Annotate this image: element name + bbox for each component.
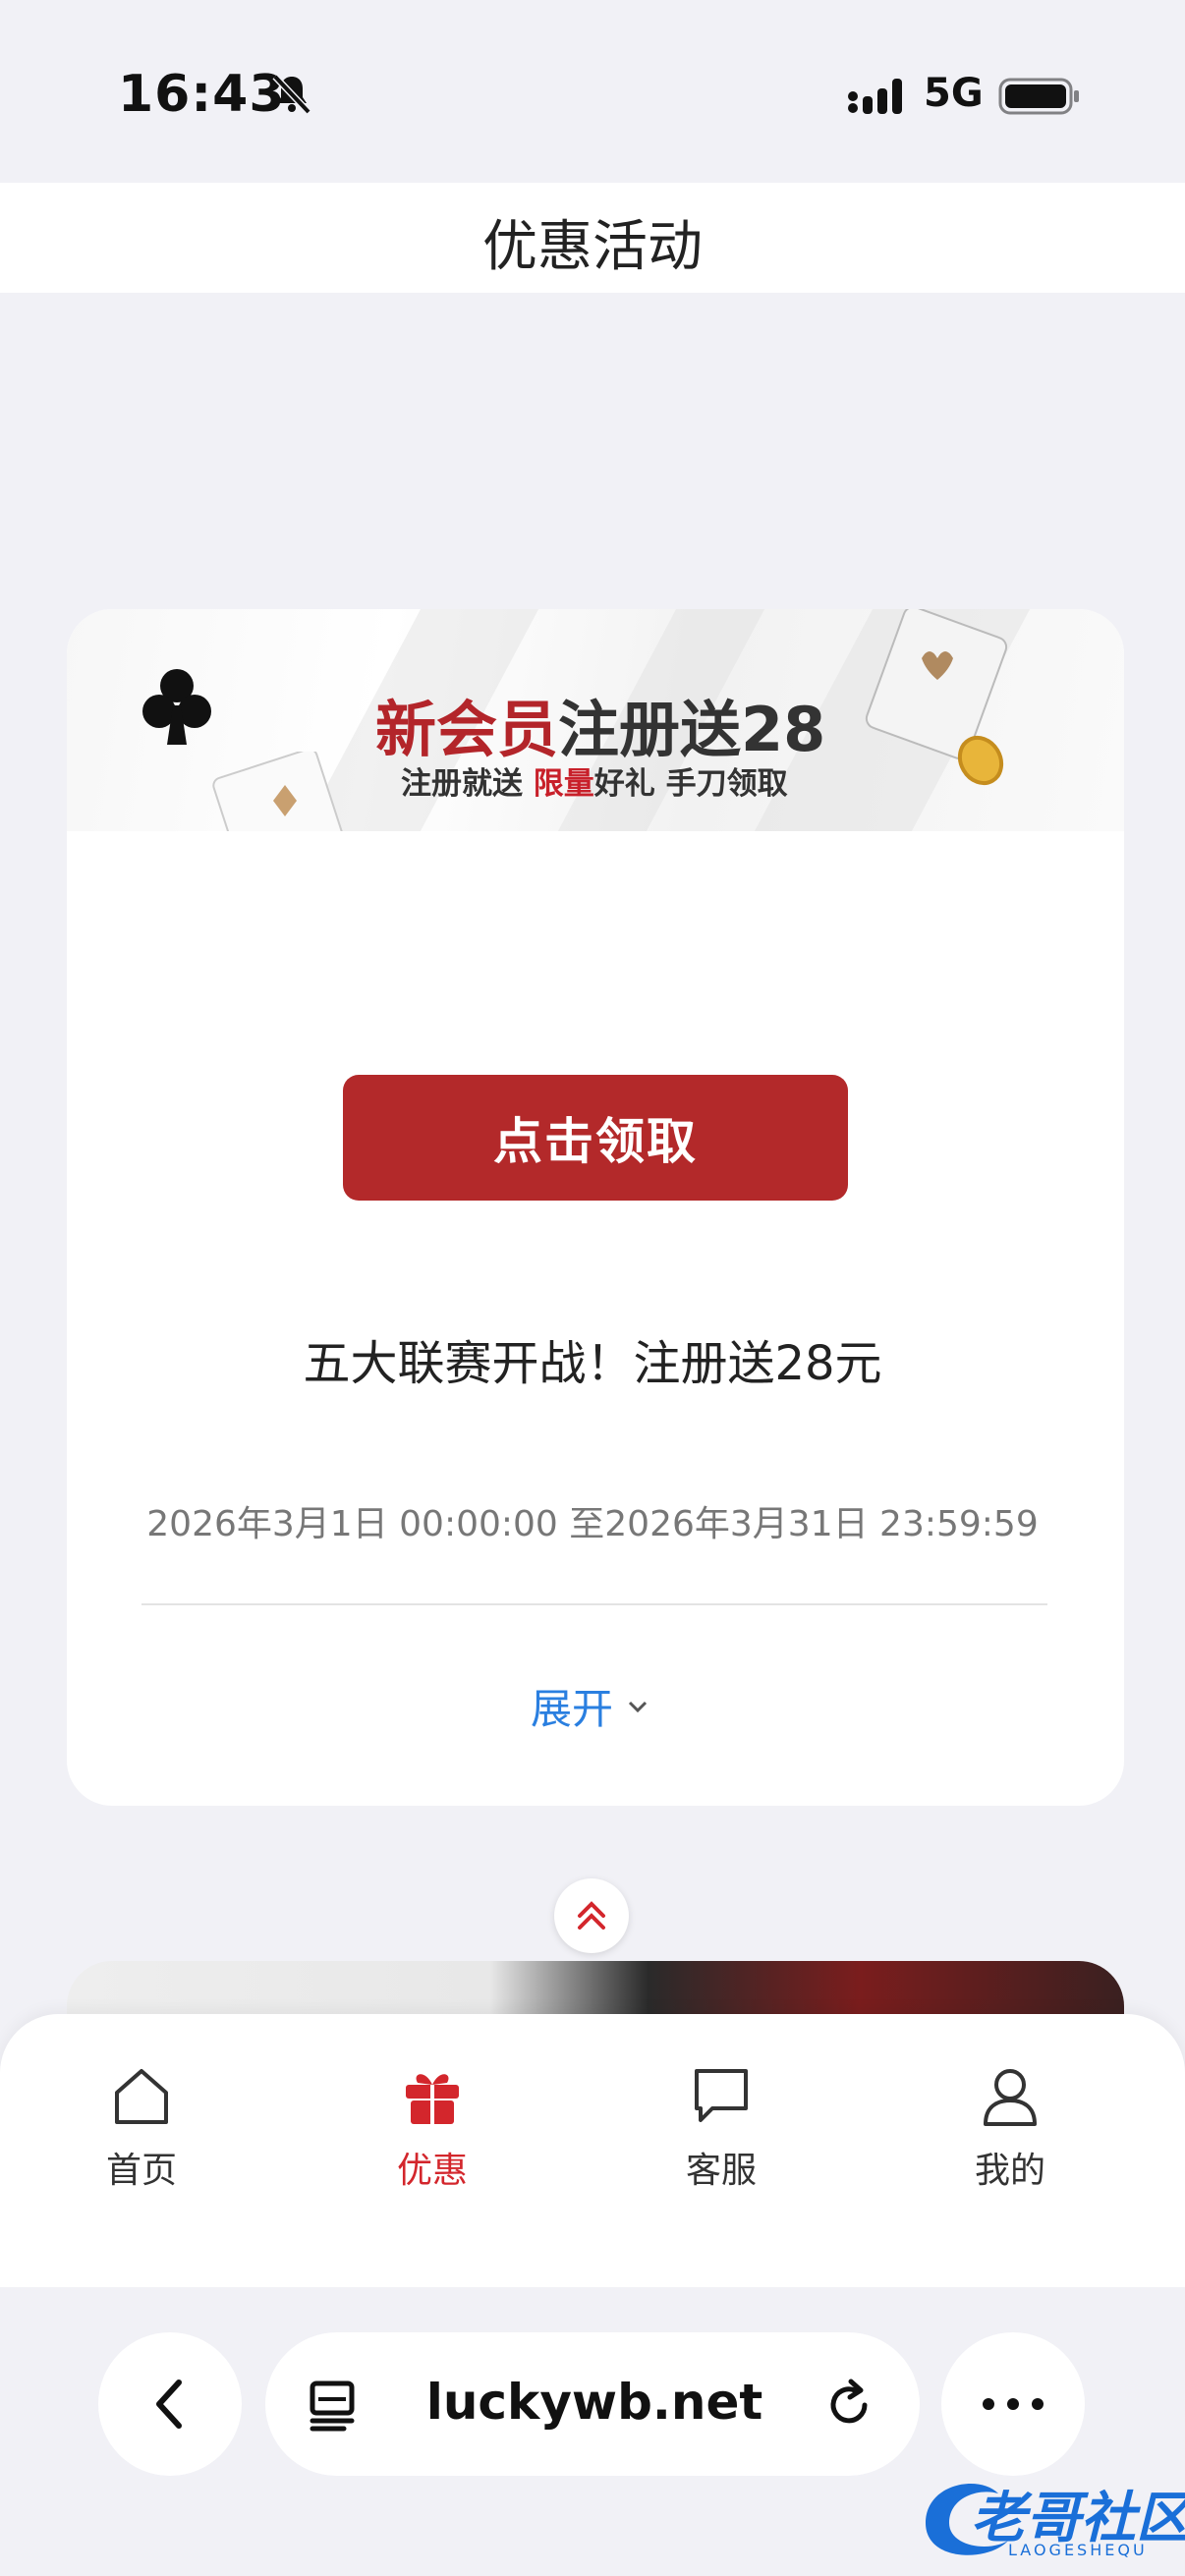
expand-label: 展开	[531, 1685, 614, 1733]
signal-icon	[848, 79, 902, 114]
banner-subtitle: 注册就送 限量好礼 手刀领取	[401, 758, 788, 803]
club-suit-icon	[142, 669, 211, 745]
home-icon	[115, 2069, 168, 2124]
chat-icon	[695, 2069, 748, 2122]
expand-button[interactable]: 展开	[531, 1676, 649, 1736]
page-title: 优惠活动	[482, 215, 703, 279]
bell-muted-icon	[272, 74, 311, 115]
banner-title-text: 注册送28	[558, 694, 826, 765]
watermark-logo: 老哥社区 LAOGESHEQU	[920, 2464, 1185, 2566]
status-time: 16:43	[118, 65, 286, 124]
tab-promotions-label: 优惠	[396, 2151, 468, 2191]
tab-home[interactable]: 首页	[43, 2061, 240, 2193]
url-text[interactable]: luckywb.net	[413, 2374, 776, 2431]
more-dots-icon	[983, 2398, 1044, 2410]
more-button[interactable]	[941, 2332, 1085, 2476]
banner-sub-prefix: 注册就送	[401, 766, 523, 802]
banner-sub-suffix: 好礼 手刀领取	[593, 766, 788, 802]
tab-support-label: 客服	[685, 2151, 757, 2191]
network-type: 5G	[924, 71, 984, 116]
tab-profile[interactable]: 我的	[912, 2061, 1108, 2193]
back-button[interactable]	[98, 2332, 242, 2476]
user-icon	[984, 2069, 1037, 2126]
coin-icon	[957, 735, 1004, 786]
watermark-subtext: LAOGESHEQU	[1008, 2541, 1148, 2559]
gift-icon	[406, 2074, 459, 2124]
tab-promotions[interactable]: 优惠	[334, 2061, 531, 2193]
banner-title-highlight: 新会员	[375, 694, 559, 765]
reader-mode-icon[interactable]	[307, 2378, 362, 2433]
promo-card: 新会员注册送28 注册就送 限量好礼 手刀领取	[67, 609, 1124, 1806]
banner-title: 新会员注册送28	[375, 680, 825, 768]
promo-date-range: 2026年3月1日 00:00:00 至2026年3月31日 23:59:59	[146, 1504, 1039, 1544]
banner-sub-highlight: 限量	[533, 766, 594, 802]
reload-icon[interactable]	[819, 2376, 878, 2435]
promo-banner[interactable]: 新会员注册送28 注册就送 限量好礼 手刀领取	[67, 609, 1124, 831]
promo-title: 五大联赛开战！注册送28元	[303, 1336, 882, 1391]
playing-card-icon	[212, 752, 344, 831]
divider	[141, 1603, 1047, 1605]
claim-button[interactable]: 点击领取	[343, 1075, 848, 1201]
scroll-to-top-button[interactable]	[554, 1878, 629, 1953]
battery-icon	[998, 78, 1079, 115]
tab-support[interactable]: 客服	[623, 2061, 819, 2193]
double-chevron-up-icon	[578, 1901, 605, 1930]
tab-home-label: 首页	[105, 2151, 177, 2191]
chevron-down-icon	[628, 1701, 648, 1712]
chevron-left-icon	[156, 2380, 182, 2429]
tab-profile-label: 我的	[974, 2151, 1045, 2191]
